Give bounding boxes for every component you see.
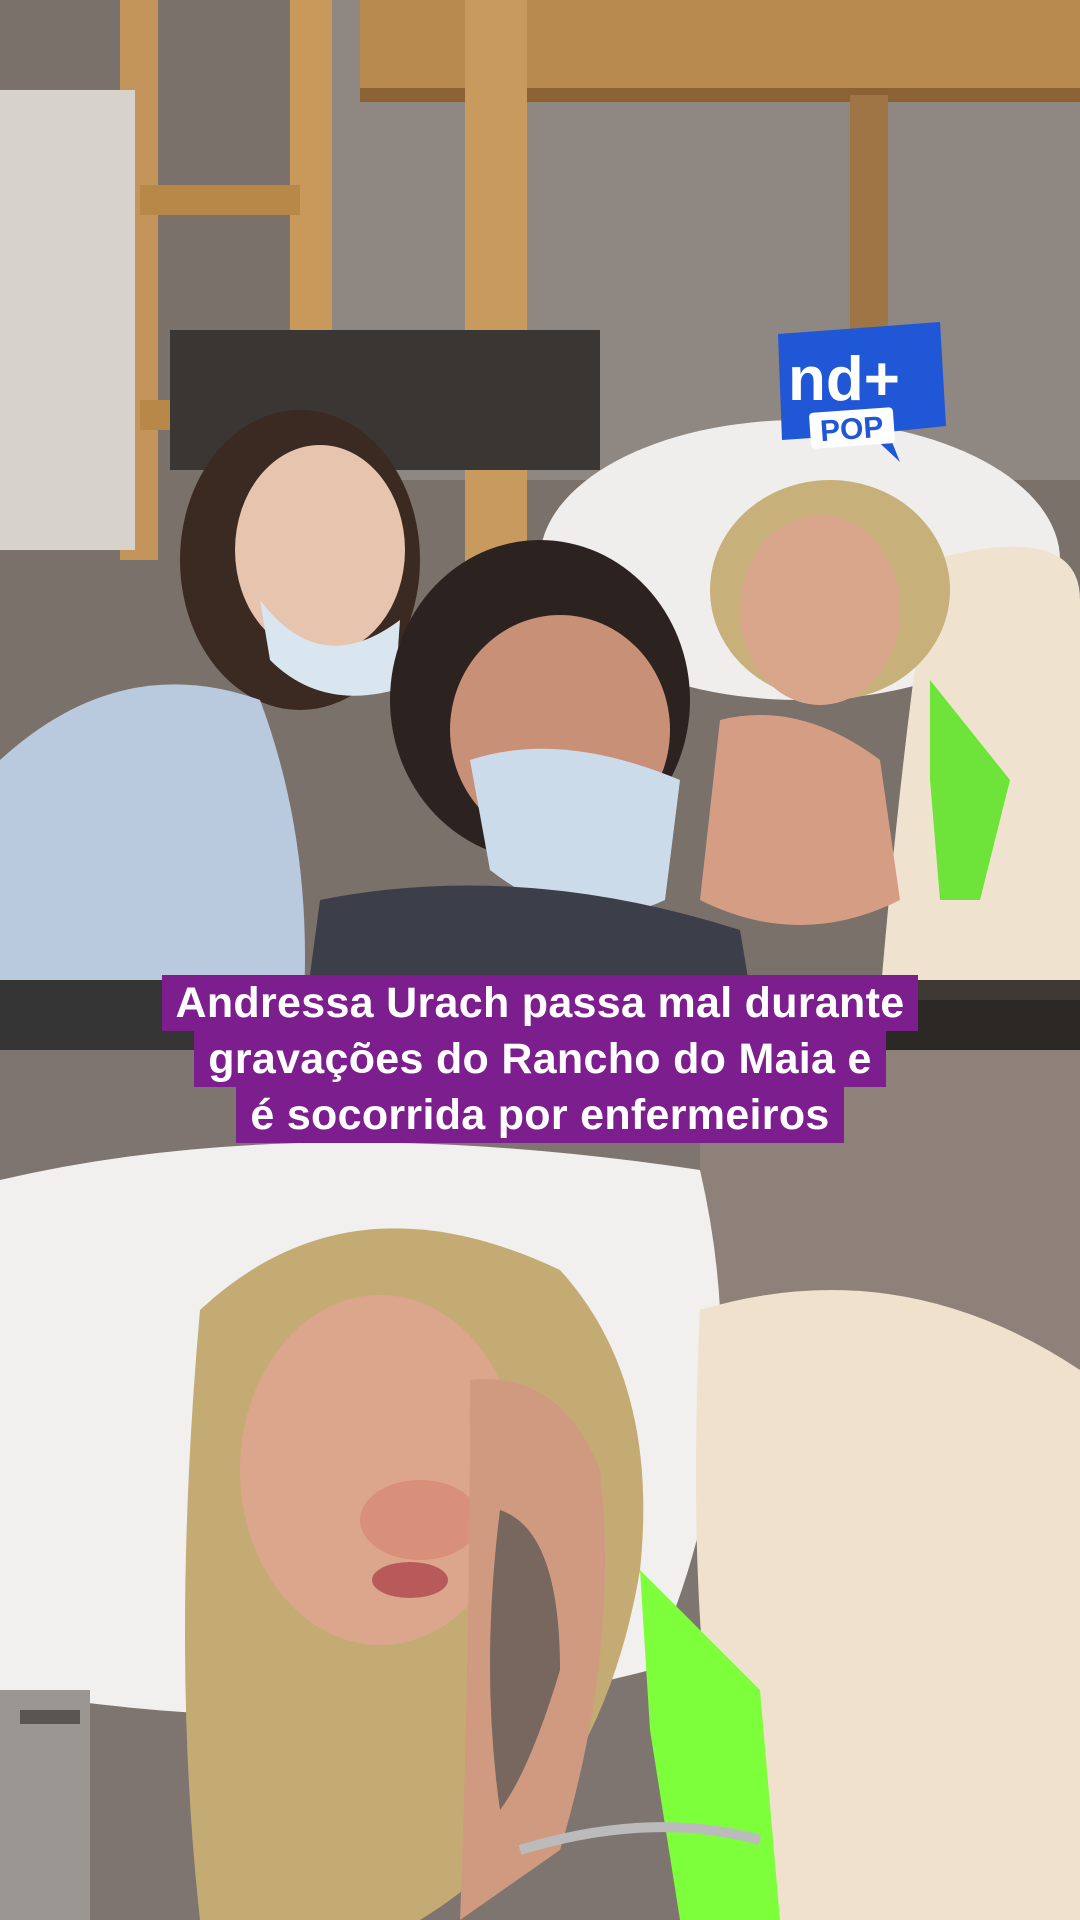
top-photo bbox=[0, 0, 1080, 1050]
logo-main-text: nd+ bbox=[788, 345, 900, 414]
headline-line-1: Andressa Urach passa mal durante bbox=[161, 975, 919, 1031]
story-frame: nd+ POP Andressa Urach passa mal durante… bbox=[0, 0, 1080, 1920]
nd-pop-logo: nd+ POP bbox=[770, 322, 950, 472]
top-photo-scene bbox=[0, 0, 1080, 1050]
bottom-photo-closeup bbox=[0, 1050, 1080, 1920]
headline-line-2: gravações do Rancho do Maia e bbox=[194, 1031, 886, 1087]
bottom-photo bbox=[0, 1050, 1080, 1920]
headline-block: Andressa Urach passa mal durante gravaçõ… bbox=[0, 975, 1080, 1143]
nd-plus-logo-icon: nd+ POP bbox=[778, 322, 946, 462]
headline-line-3: é socorrida por enfermeiros bbox=[236, 1087, 844, 1143]
logo-sub-text: POP bbox=[819, 411, 885, 448]
